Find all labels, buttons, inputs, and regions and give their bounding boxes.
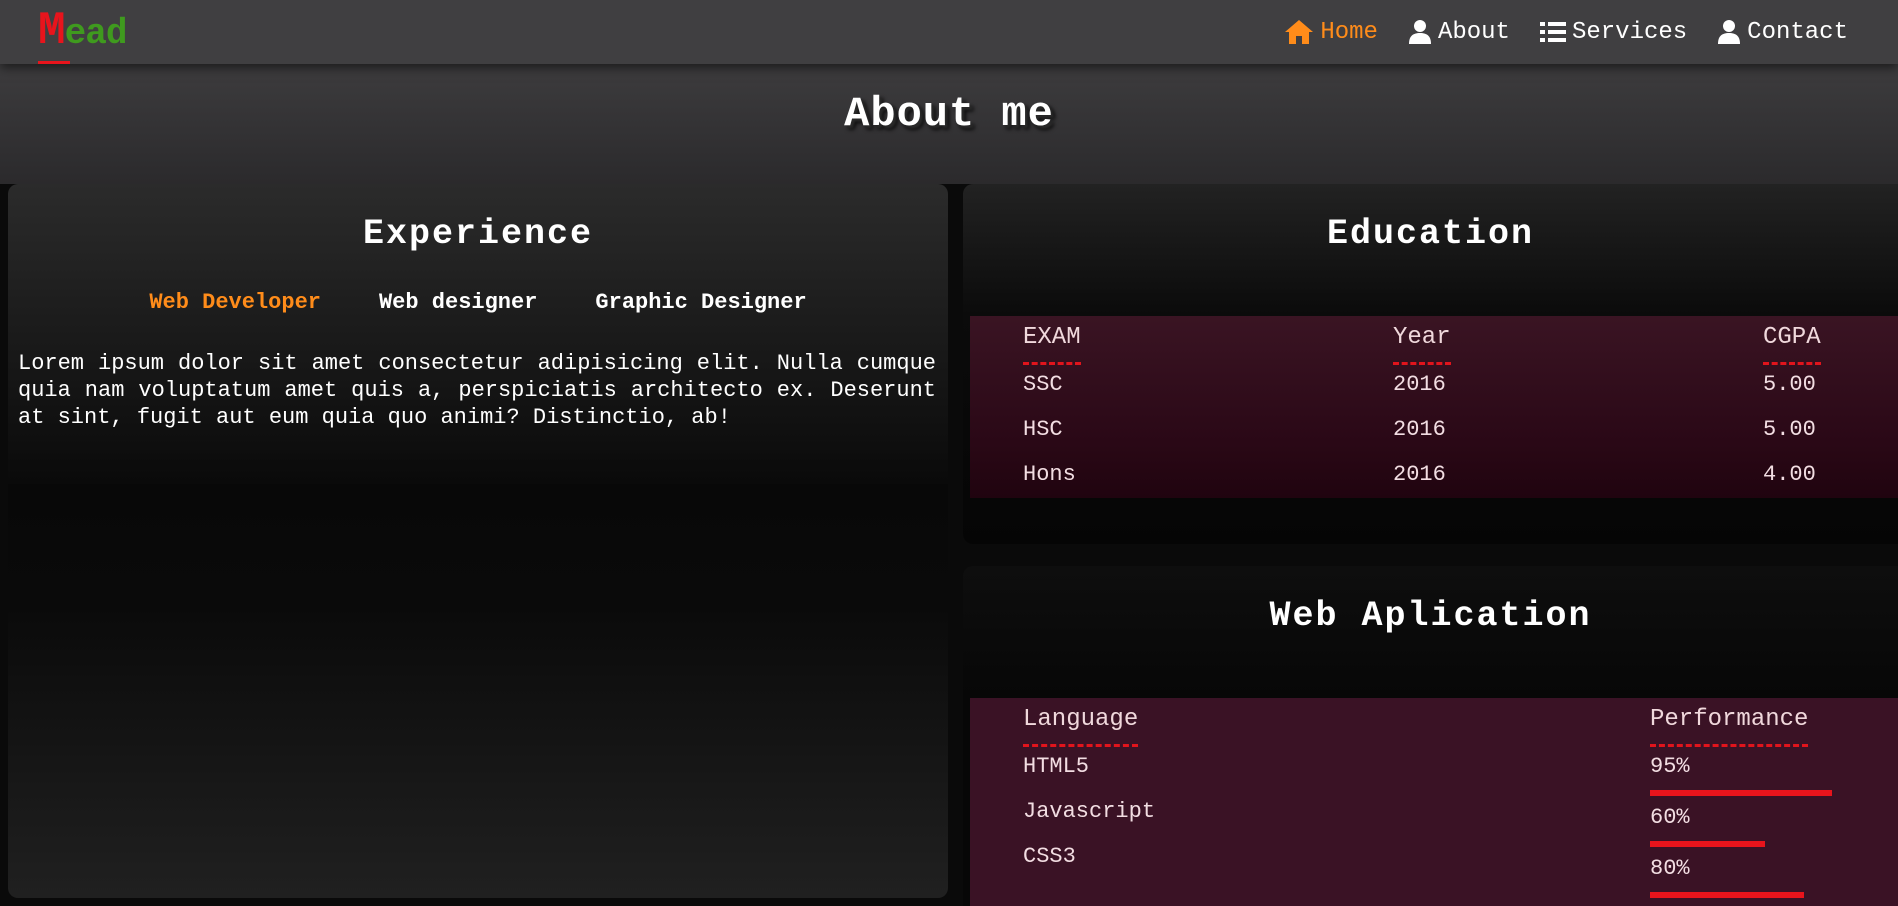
experience-title: Experience <box>362 214 594 254</box>
table-header-performance: Performance <box>1650 706 1809 747</box>
table-header-exam: EXAM <box>1023 324 1081 365</box>
nav-item-about[interactable]: About <box>1408 14 1510 50</box>
table-cell: 2016 <box>1393 462 1446 487</box>
performance-label: 95% <box>1650 754 1690 779</box>
table-header-year: Year <box>1393 324 1451 365</box>
user-icon <box>1408 19 1432 45</box>
nav-item-label: Home <box>1320 18 1378 46</box>
user-icon <box>1717 19 1741 45</box>
performance-label: 80% <box>1650 856 1690 881</box>
performance-bar <box>1650 841 1765 847</box>
performance-bar <box>1650 892 1804 898</box>
logo[interactable]: Mead <box>38 5 128 59</box>
table-cell: 2016 <box>1393 372 1446 397</box>
navbar: Mead Home About Services Contact <box>0 0 1898 64</box>
tab-web-designer[interactable]: Web designer <box>379 290 537 315</box>
experience-description: Lorem ipsum dolor sit amet consectetur a… <box>18 351 936 430</box>
table-cell: HSC <box>1023 417 1063 442</box>
web-application-title: Web Aplication <box>1269 596 1592 636</box>
logo-rest: ead <box>64 13 128 54</box>
education-title: Education <box>1326 214 1535 254</box>
nav-item-label: About <box>1437 18 1510 46</box>
table-header-cgpa: CGPA <box>1763 324 1821 365</box>
education-card: Education EXAM Year CGPA SSC 2016 5.00 H… <box>963 184 1898 544</box>
language-cell: HTML5 <box>1023 754 1090 779</box>
list-icon <box>1539 20 1566 44</box>
language-cell: CSS3 <box>1023 844 1076 869</box>
table-header-language: Language <box>1023 706 1139 747</box>
nav-item-label: Contact <box>1747 18 1848 46</box>
nav-item-label: Services <box>1571 18 1688 46</box>
tab-graphic-designer[interactable]: Graphic Designer <box>595 290 806 315</box>
nav-item-services[interactable]: Services <box>1539 14 1688 50</box>
hero-section: About me <box>0 64 1898 184</box>
table-cell: 4.00 <box>1763 462 1816 487</box>
skills-table: Language Performance HTML5 95% Javascrip… <box>970 698 1898 906</box>
table-cell: 2016 <box>1393 417 1446 442</box>
experience-card: Experience Web Developer Web designer Gr… <box>8 184 948 898</box>
performance-label: 60% <box>1650 805 1690 830</box>
language-cell: Javascript <box>1023 799 1156 824</box>
web-application-card: Web Aplication Language Performance HTML… <box>963 566 1898 906</box>
education-table: EXAM Year CGPA SSC 2016 5.00 HSC 2016 5.… <box>970 316 1898 498</box>
nav-item-home[interactable]: Home <box>1284 14 1378 50</box>
table-cell: 5.00 <box>1763 372 1816 397</box>
nav-item-contact[interactable]: Contact <box>1717 14 1848 50</box>
table-cell: SSC <box>1023 372 1063 397</box>
experience-tabs: Web Developer Web designer Graphic Desig… <box>8 290 948 315</box>
home-icon <box>1284 19 1314 45</box>
nav-menu: Home About Services Contact <box>1284 14 1848 50</box>
page-title: About me <box>844 90 1054 138</box>
table-cell: 5.00 <box>1763 417 1816 442</box>
performance-bar <box>1650 790 1832 796</box>
table-cell: Hons <box>1023 462 1076 487</box>
logo-first-letter: M <box>38 5 66 57</box>
tab-web-developer[interactable]: Web Developer <box>149 290 321 315</box>
